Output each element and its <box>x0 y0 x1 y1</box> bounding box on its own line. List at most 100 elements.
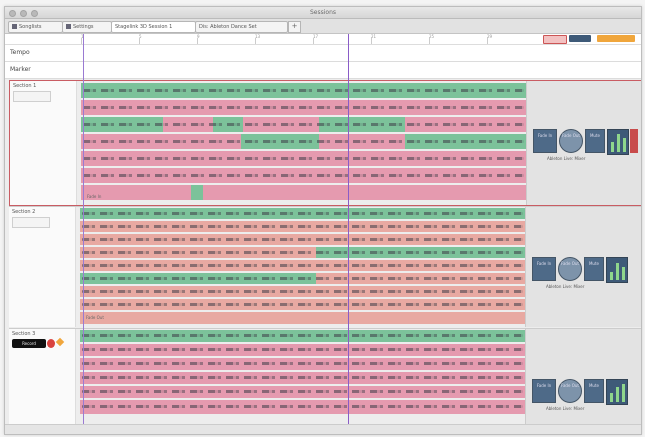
remove-section-button[interactable] <box>630 129 638 153</box>
waveform <box>82 376 523 379</box>
add-tab-button[interactable]: + <box>288 21 301 33</box>
section-control-panel: Fade In Fade Out Mute Ableton Live: Mixe… <box>525 207 641 327</box>
clip-region[interactable] <box>191 185 203 200</box>
section-name-field[interactable] <box>12 217 50 228</box>
section-header: Section 1 <box>10 81 77 205</box>
lane-clip[interactable] <box>80 286 525 297</box>
marker-label: Marker <box>10 66 31 73</box>
playhead[interactable] <box>348 34 349 429</box>
lane-caption: Fade In <box>87 194 102 199</box>
section-title: Section 3 <box>12 331 36 337</box>
record-badge[interactable]: Record <box>12 339 46 348</box>
fade-in-button[interactable]: Fade In <box>532 379 556 403</box>
waveform <box>83 140 524 143</box>
level-meter <box>606 257 628 283</box>
waveform <box>82 225 523 228</box>
tempo-display[interactable] <box>597 35 635 42</box>
lane-clip[interactable] <box>81 100 526 115</box>
ruler-tick: 5 <box>139 34 142 44</box>
ruler-tick: 13 <box>255 34 261 44</box>
waveform <box>83 157 524 160</box>
meter-bar <box>617 134 620 152</box>
tab-ableton-set[interactable]: Dis: Ableton Dance Set <box>195 21 288 33</box>
fade-in-button[interactable]: Fade In <box>532 257 556 281</box>
lane-clip[interactable] <box>81 83 526 98</box>
meter-bar <box>616 263 619 280</box>
window-title: Sessions <box>309 9 337 16</box>
ruler-tick: 21 <box>371 34 377 44</box>
tempo-label: Tempo <box>10 49 30 56</box>
mute-button[interactable]: Mute <box>584 257 604 281</box>
section-title: Section 1 <box>13 83 37 89</box>
tab-session[interactable]: Stagelink 3D Session 1 <box>111 21 196 33</box>
record-arm-button[interactable] <box>543 35 567 44</box>
loop-start-marker[interactable] <box>83 34 84 429</box>
record-icon[interactable] <box>47 339 55 348</box>
warning-icon <box>55 337 65 347</box>
waveform <box>82 303 523 306</box>
lane-clip[interactable] <box>80 386 525 398</box>
lane-clip[interactable] <box>80 208 525 219</box>
ruler-tick: 17 <box>313 34 319 44</box>
waveform <box>82 390 523 393</box>
lane-clip[interactable] <box>80 400 525 414</box>
meter-bar <box>622 267 625 280</box>
fade-out-button[interactable]: Fade Out <box>559 129 583 153</box>
timeline-ruler[interactable]: 1 5 9 13 17 21 25 29 <box>5 34 641 45</box>
lane-clip[interactable] <box>80 344 525 356</box>
waveform <box>82 290 523 293</box>
waveform <box>83 174 524 177</box>
waveform <box>83 106 524 109</box>
title-bar: Sessions <box>5 7 641 19</box>
waveform <box>82 348 523 351</box>
waveform <box>82 264 523 267</box>
lane-clip[interactable] <box>81 151 526 166</box>
level-meter <box>606 379 628 405</box>
waveform <box>82 277 523 280</box>
section-header: Section 3 Record <box>9 329 76 425</box>
mute-button[interactable]: Mute <box>585 129 605 153</box>
lane-clip[interactable] <box>80 273 525 284</box>
section-title: Section 2 <box>12 209 36 215</box>
lane-clip[interactable] <box>80 330 525 342</box>
section-1[interactable]: Section 1 Fade In Fade In Fade Out Mute … <box>9 80 641 206</box>
waveform <box>83 89 524 92</box>
lane-clip[interactable] <box>80 234 525 245</box>
lane-clip[interactable]: Fade Out <box>80 312 525 324</box>
waveform <box>82 362 523 365</box>
lane-clip[interactable] <box>80 299 525 310</box>
lane-clip[interactable] <box>80 260 525 271</box>
level-meter <box>607 129 629 155</box>
fade-out-button[interactable]: Fade Out <box>558 257 582 281</box>
waveform <box>82 405 523 408</box>
panel-caption: Ableton Live: Mixer <box>547 156 586 161</box>
waveform <box>82 251 523 254</box>
section-control-panel: Fade In Fade Out Mute Ableton Live: Mixe… <box>526 81 641 205</box>
app-window: Sessions Songlists Settings Stagelink 3D… <box>4 6 642 435</box>
mute-button[interactable]: Mute <box>584 379 604 403</box>
lane-clip[interactable]: Fade In <box>81 185 526 200</box>
fade-out-button[interactable]: Fade Out <box>558 379 582 403</box>
lane-clip[interactable] <box>80 358 525 370</box>
tab-songlists[interactable]: Songlists <box>8 21 63 33</box>
ruler-tick: 29 <box>487 34 493 44</box>
lane-clip[interactable] <box>81 117 526 132</box>
lane-clip[interactable] <box>80 221 525 232</box>
lane-clip[interactable] <box>81 168 526 183</box>
lane-clip[interactable] <box>81 134 526 149</box>
waveform <box>83 123 524 126</box>
fade-in-button[interactable]: Fade In <box>533 129 557 153</box>
ruler-tick: 9 <box>197 34 200 44</box>
marker-track[interactable]: Marker <box>5 62 641 79</box>
list-icon <box>12 24 17 29</box>
section-3[interactable]: Section 3 Record Fade In Fade Out Mute A… <box>9 328 641 425</box>
transport-button[interactable] <box>569 35 591 42</box>
lane-clip[interactable] <box>80 372 525 384</box>
gear-icon <box>66 24 71 29</box>
tab-settings[interactable]: Settings <box>62 21 112 33</box>
section-2[interactable]: Section 2 Fade Out Fade In Fade Out Mute… <box>9 206 641 327</box>
lane-clip[interactable] <box>80 247 525 258</box>
tempo-track[interactable]: Tempo <box>5 45 641 62</box>
section-name-field[interactable] <box>13 91 51 102</box>
waveform <box>82 334 523 337</box>
